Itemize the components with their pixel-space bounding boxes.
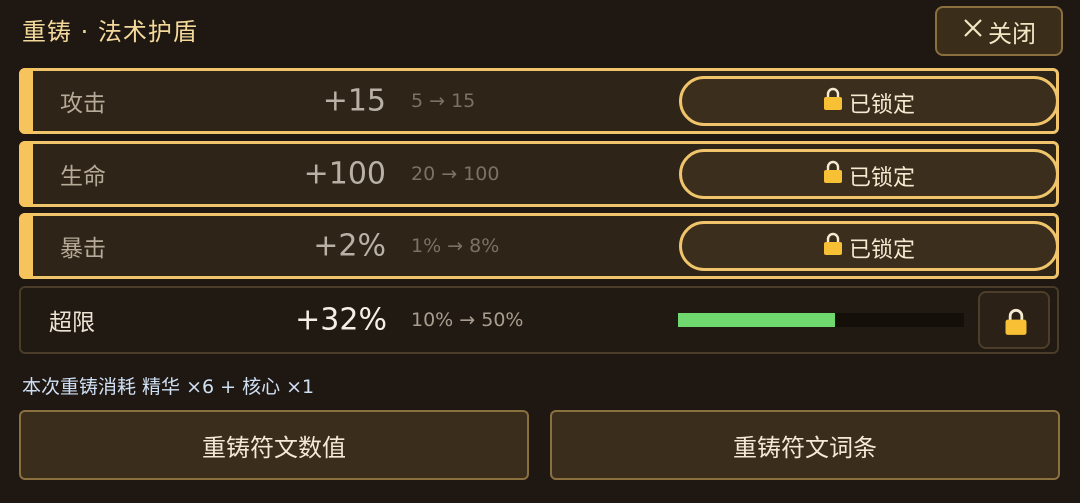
page-title: 重铸 · 法术护盾 <box>22 18 198 46</box>
lock-icon <box>823 87 843 111</box>
lock-toggle-button[interactable]: 已锁定 <box>679 149 1059 199</box>
stat-progress-bar <box>678 313 964 327</box>
stat-value: +32% <box>295 302 387 338</box>
close-button-label: 关闭 <box>988 19 1036 48</box>
stat-row-health: 生命 +100 20 → 100 已锁定 <box>19 141 1059 207</box>
lock-toggle-button[interactable]: 已锁定 <box>679 76 1059 126</box>
stat-value: +100 <box>303 156 386 192</box>
stat-name: 生命 <box>60 164 106 190</box>
lock-icon <box>823 160 843 184</box>
stat-value: +15 <box>322 83 386 119</box>
lock-button[interactable] <box>978 291 1050 349</box>
stat-range: 1% → 8% <box>411 235 500 257</box>
reforge-affixes-button[interactable]: 重铸符文词条 <box>550 410 1060 480</box>
reforge-cost-text: 本次重铸消耗 精华 ×6 + 核心 ×1 <box>22 376 315 398</box>
lock-icon <box>1004 308 1027 335</box>
lock-label: 已锁定 <box>848 166 915 191</box>
stat-name: 暴击 <box>60 236 106 262</box>
close-button[interactable]: 关闭 <box>935 6 1063 56</box>
stat-range: 10% → 50% <box>411 309 524 331</box>
stat-name: 攻击 <box>60 91 106 117</box>
stat-row-attack: 攻击 +15 5 → 15 已锁定 <box>19 68 1059 134</box>
stat-value: +2% <box>313 228 386 264</box>
lock-toggle-button[interactable]: 已锁定 <box>679 221 1059 271</box>
reforge-values-button[interactable]: 重铸符文数值 <box>19 410 529 480</box>
reforge-panel: 重铸 · 法术护盾 关闭 攻击 +15 5 → 15 已锁定 生命 +100 2… <box>0 0 1080 503</box>
stat-name: 超限 <box>49 310 95 336</box>
close-icon <box>962 17 984 45</box>
stat-range: 5 → 15 <box>411 90 476 112</box>
stat-row-overlimit: 超限 +32% 10% → 50% <box>19 286 1059 354</box>
stat-row-crit: 暴击 +2% 1% → 8% 已锁定 <box>19 213 1059 279</box>
lock-label: 已锁定 <box>848 93 915 118</box>
lock-icon <box>823 232 843 256</box>
stat-progress-fill <box>678 313 836 327</box>
lock-label: 已锁定 <box>848 238 915 263</box>
stat-range: 20 → 100 <box>411 163 500 185</box>
